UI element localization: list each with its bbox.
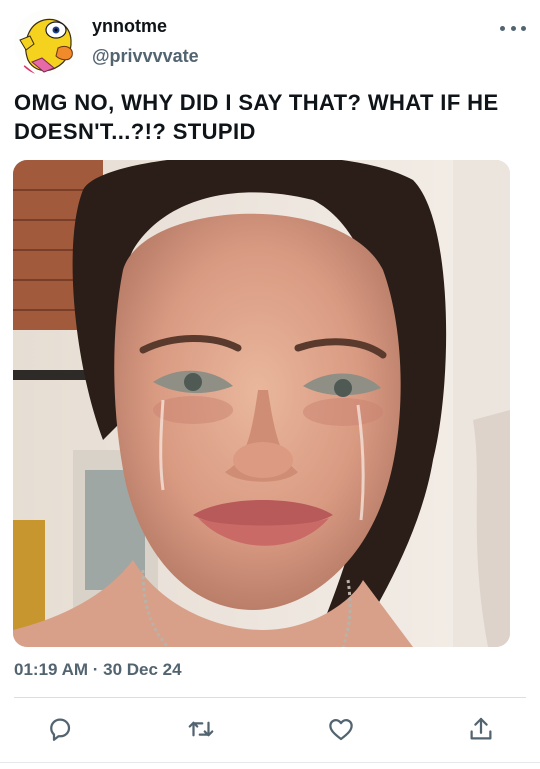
like-icon[interactable] (326, 714, 356, 744)
cartoon-avatar-icon (14, 10, 80, 76)
divider (14, 697, 526, 698)
tweet-text: OMG NO, WHY DID I SAY THAT? WHAT IF HE D… (14, 90, 499, 144)
bottom-divider (0, 762, 540, 763)
photo-of-crying-woman-icon (13, 160, 510, 647)
share-icon[interactable] (466, 714, 496, 744)
avatar[interactable] (14, 10, 80, 76)
more-options-icon[interactable] (500, 18, 526, 38)
tweet-media-image[interactable] (13, 160, 510, 647)
retweet-icon[interactable] (186, 714, 216, 744)
display-name[interactable]: ynnotme (92, 16, 167, 37)
tweet-actions-bar (0, 710, 540, 750)
reply-icon[interactable] (45, 714, 75, 744)
user-handle[interactable]: @privvvvate (92, 46, 199, 67)
tweet-timestamp[interactable]: 01:19 AM · 30 Dec 24 (14, 660, 182, 680)
